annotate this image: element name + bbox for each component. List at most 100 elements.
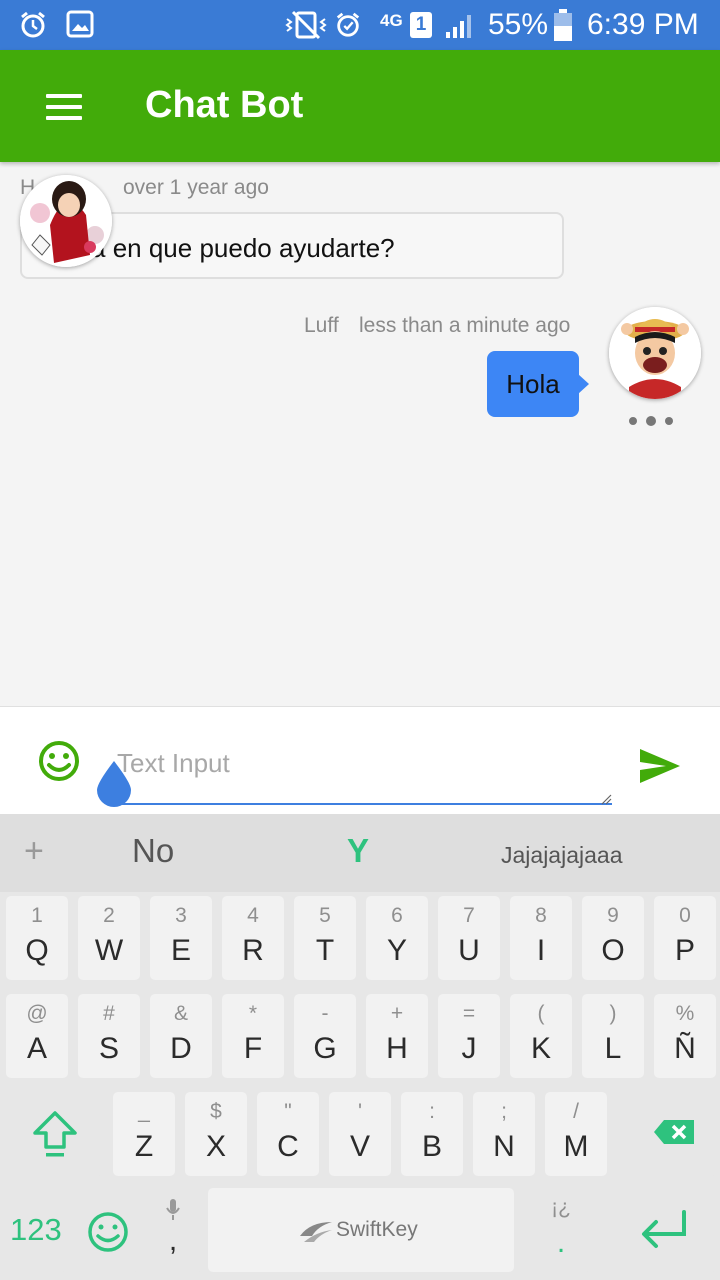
key-label: B	[421, 1130, 442, 1163]
key-ñ[interactable]: % Ñ	[654, 994, 716, 1078]
text-cursor-handle[interactable]	[95, 759, 133, 807]
key-r[interactable]: 4R	[222, 896, 284, 980]
key-label: D	[170, 1032, 192, 1065]
key-label: X	[205, 1130, 226, 1163]
key-secondary-label: "	[284, 1100, 292, 1123]
bubble-tail	[578, 374, 589, 394]
period-key[interactable]: ¡¿ .	[530, 1188, 592, 1272]
key-label: I	[536, 934, 546, 967]
key-k[interactable]: (K	[510, 994, 572, 1078]
key-s[interactable]: # S	[78, 994, 140, 1078]
user-avatar-image	[609, 307, 701, 399]
key-secondary-label: _	[138, 1100, 150, 1123]
key-secondary-label: )	[609, 1002, 617, 1025]
key-secondary-label: @	[26, 1002, 48, 1025]
key-v[interactable]: ' V	[329, 1092, 391, 1176]
add-icon[interactable]: +	[24, 832, 44, 871]
key-secondary-label: /	[573, 1100, 579, 1123]
key-secondary-label: -	[321, 1002, 329, 1025]
swiftkey-logo-icon	[300, 1222, 332, 1242]
shift-key[interactable]	[6, 1092, 104, 1176]
resize-handle-icon	[601, 794, 612, 805]
key-secondary-label: 7	[463, 904, 475, 927]
key-d[interactable]: & D	[150, 994, 212, 1078]
key-w[interactable]: 2W	[78, 896, 140, 980]
emoji-icon	[88, 1212, 128, 1252]
key-secondary-label: 1	[31, 904, 43, 927]
key-i[interactable]: 8I	[510, 896, 572, 980]
key-label: C	[277, 1130, 299, 1163]
key-e[interactable]: 3E	[150, 896, 212, 980]
key-label: L	[604, 1032, 622, 1065]
key-label: Ñ	[674, 1032, 696, 1065]
key-secondary-label: &	[173, 1002, 188, 1025]
key-secondary-label: =	[462, 1002, 476, 1025]
key-j[interactable]: = J	[438, 994, 500, 1078]
bot-avatar[interactable]	[20, 175, 112, 267]
key-a[interactable]: @ A	[6, 994, 68, 1078]
key-label: A	[26, 1032, 47, 1065]
key-label: T	[315, 934, 335, 967]
status-bar: 4G 1 55% 6:39 PM	[0, 0, 720, 50]
emoji-icon[interactable]	[38, 740, 80, 782]
key-secondary-label: 3	[175, 904, 187, 927]
message-options-icon[interactable]	[628, 416, 678, 428]
key-f[interactable]: * F	[222, 994, 284, 1078]
alarm-icon	[21, 11, 45, 38]
suggestion-item[interactable]: Jajajajajaaa	[501, 842, 622, 869]
key-b[interactable]: :B	[401, 1092, 463, 1176]
numbers-key-label: 123	[10, 1212, 62, 1247]
message-input[interactable]	[115, 723, 612, 805]
user-message-bubble: Hola	[487, 351, 579, 417]
clock: 6:39 PM	[587, 8, 699, 41]
key-c[interactable]: " C	[257, 1092, 319, 1176]
backspace-key[interactable]	[620, 1092, 718, 1176]
enter-key[interactable]	[620, 1188, 718, 1272]
key-y[interactable]: 6Y	[366, 896, 428, 980]
space-key-brand: SwiftKey	[336, 1218, 418, 1241]
space-key[interactable]: SwiftKey	[208, 1188, 514, 1272]
backspace-icon	[654, 1120, 694, 1144]
key-o[interactable]: 9O	[582, 896, 644, 980]
key-u[interactable]: 7U	[438, 896, 500, 980]
emoji-key[interactable]	[78, 1188, 140, 1272]
key-label: N	[493, 1130, 515, 1163]
key-t[interactable]: 5T	[294, 896, 356, 980]
network-type-label: 4G	[380, 11, 403, 30]
battery-percent: 55%	[488, 8, 549, 41]
app-title: Chat Bot	[145, 84, 304, 126]
message-time: over 1 year ago	[123, 176, 269, 199]
key-label: E	[170, 934, 191, 967]
key-p[interactable]: 0P	[654, 896, 716, 980]
comma-key[interactable]: ,	[142, 1188, 204, 1272]
suggestion-item[interactable]: Y	[347, 832, 369, 870]
key-secondary-label: (	[537, 1002, 545, 1025]
battery-icon	[554, 9, 572, 41]
key-l[interactable]: ) L	[582, 994, 644, 1078]
key-secondary-label: 0	[679, 904, 691, 927]
key-g[interactable]: -G	[294, 994, 356, 1078]
numbers-key[interactable]: 123	[6, 1188, 68, 1272]
key-label: Q	[25, 934, 49, 967]
send-icon[interactable]	[638, 747, 682, 785]
key-x[interactable]: $ X	[185, 1092, 247, 1176]
key-h[interactable]: + H	[366, 994, 428, 1078]
key-label: F	[243, 1032, 263, 1065]
key-secondary-label: $	[210, 1100, 222, 1123]
key-label: G	[313, 1032, 337, 1065]
key-m[interactable]: / M	[545, 1092, 607, 1176]
key-secondary-label: 9	[607, 904, 619, 927]
bot-avatar-image	[20, 175, 112, 267]
message-author: Luff	[304, 314, 339, 337]
key-z[interactable]: _ Z	[113, 1092, 175, 1176]
mic-icon	[166, 1199, 180, 1220]
suggestion-item[interactable]: No	[132, 832, 174, 870]
key-secondary-label: 8	[535, 904, 547, 927]
user-avatar[interactable]	[609, 307, 701, 399]
menu-icon[interactable]	[46, 94, 82, 120]
key-n[interactable]: ; N	[473, 1092, 535, 1176]
signal-icon	[446, 15, 471, 38]
key-q[interactable]: 1Q	[6, 896, 68, 980]
key-secondary-label: +	[390, 1002, 404, 1025]
comma-key-label: ,	[168, 1224, 178, 1257]
